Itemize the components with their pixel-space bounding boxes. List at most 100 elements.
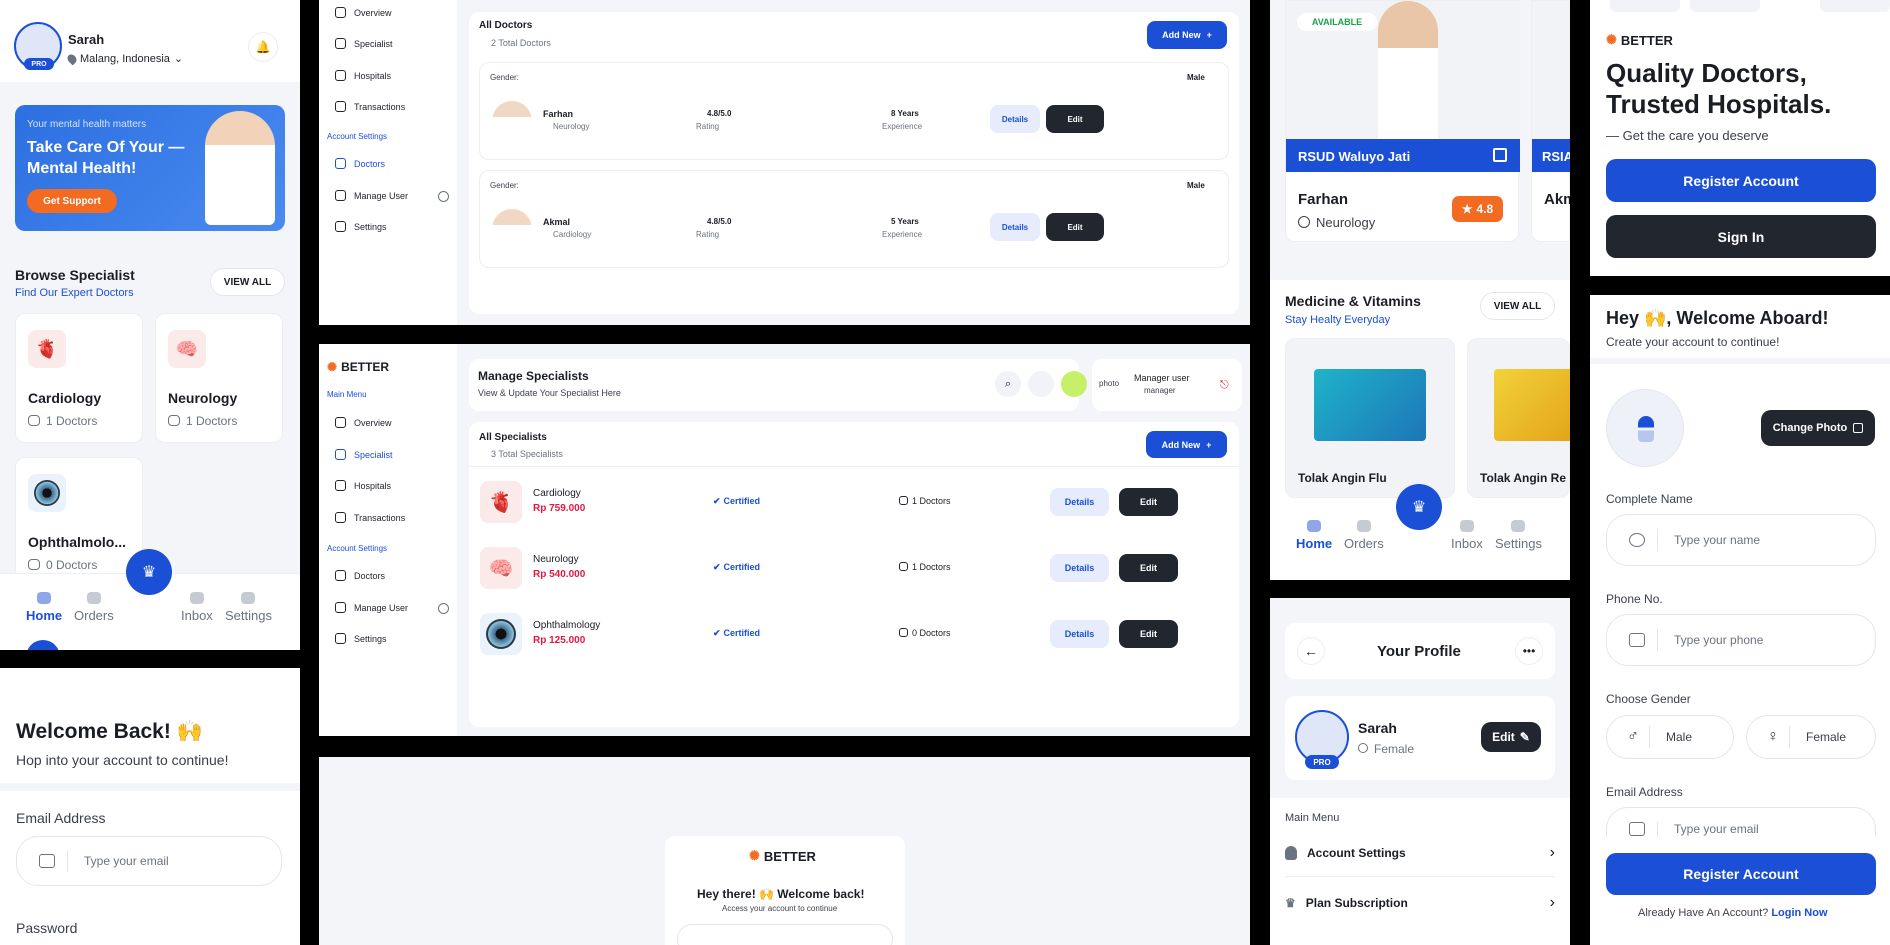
chat-icon[interactable] [1061, 371, 1087, 397]
sidebar-item-doctors[interactable]: Doctors [335, 158, 385, 169]
back-arrow-icon[interactable]: ← [1297, 637, 1325, 665]
edit-button[interactable]: Edit [1119, 488, 1178, 516]
doctor-avatar [492, 101, 532, 141]
gender-male-option[interactable]: ♂ Male [1606, 715, 1734, 759]
search-icon[interactable]: ⌕ [995, 371, 1021, 397]
nav-settings[interactable]: Settings [1495, 520, 1542, 551]
specialist-row: Ophthalmology Rp 125.000 ✔ Certified 0 Do… [469, 604, 1239, 664]
certified-label: Certified [723, 562, 761, 572]
details-button[interactable]: Details [990, 105, 1040, 133]
edit-button[interactable]: Edit [1119, 620, 1178, 648]
menu-item-account-settings[interactable]: Account Settings › [1285, 838, 1555, 868]
more-options-icon[interactable]: ••• [1515, 637, 1543, 665]
specialist-card-cardiology[interactable]: 🫀 Cardiology 1 Doctors [15, 313, 143, 443]
nav-settings[interactable]: Settings [225, 592, 272, 623]
register-account-button[interactable]: Register Account [1606, 853, 1876, 895]
edit-button[interactable]: Edit [1119, 554, 1178, 582]
crown-fab[interactable]: ♛ [1396, 484, 1442, 530]
section-subtitle: Stay Healty Everyday [1285, 314, 1391, 326]
details-button[interactable]: Details [990, 213, 1040, 241]
add-new-button[interactable]: Add New + [1147, 21, 1227, 49]
gender-value: Male [1187, 73, 1205, 82]
name-field[interactable]: Type your name [1606, 514, 1876, 566]
nav-home[interactable]: Home [26, 592, 62, 623]
sidebar-item-transactions[interactable]: Transactions [335, 101, 405, 112]
details-button[interactable]: Details [1050, 554, 1109, 582]
sun-logo-icon: ✺ [749, 848, 760, 863]
phone-icon [1629, 633, 1645, 647]
add-new-button[interactable]: Add New + [1146, 431, 1227, 458]
avatar-placeholder[interactable] [1606, 389, 1684, 467]
user-location[interactable]: Malang, Indonesia ⌄ [65, 52, 183, 65]
view-all-button[interactable]: VIEW ALL [1480, 292, 1555, 320]
sidebar-item-transactions[interactable]: Transactions [335, 512, 405, 523]
edit-button[interactable]: Edit [1046, 213, 1104, 241]
doctor-card[interactable]: AVAILABLE RSUD Waluyo Jati Farhan Neurol… [1285, 0, 1520, 242]
phone-field[interactable]: Type your phone [1606, 614, 1876, 666]
menu-label: Plan Subscription [1305, 896, 1408, 910]
doctor-count: 1 Doctors [899, 562, 951, 572]
gender-female-option[interactable]: ♀ Female [1746, 715, 1876, 759]
profile-gender: Female [1374, 742, 1415, 756]
brain-icon: 🧠 [480, 547, 522, 589]
product-card[interactable]: Tolak Angin Re [1467, 338, 1570, 498]
sidebar-item-hospitals[interactable]: Hospitals [335, 480, 391, 491]
chevron-icon[interactable] [438, 603, 449, 614]
view-all-button[interactable]: VIEW ALL [210, 268, 285, 296]
person-icon [1285, 846, 1297, 860]
mental-health-banner[interactable]: Your mental health matters Take Care Of … [15, 105, 285, 231]
crown-fab[interactable]: ♛ [126, 549, 172, 595]
specialist-price: Rp 540.000 [533, 569, 586, 580]
bell-icon[interactable] [1028, 371, 1054, 397]
nav-orders[interactable]: Orders [74, 592, 114, 623]
get-support-button[interactable]: Get Support [27, 189, 117, 213]
certified-label: Certified [723, 628, 761, 638]
nav-label: Orders [1344, 536, 1384, 551]
nav-label: Settings [225, 608, 272, 623]
edit-button[interactable]: Edit [1046, 105, 1104, 133]
nav-inbox[interactable]: Inbox [1451, 520, 1483, 551]
notification-bell-icon[interactable]: 🔔 [248, 32, 278, 62]
sidebar-item-settings[interactable]: Settings [335, 221, 387, 232]
person-icon [1638, 416, 1654, 442]
sidebar-item-overview[interactable]: Overview [335, 7, 392, 18]
doctor-count-label: 1 Doctors [912, 496, 951, 506]
nav-inbox[interactable]: Inbox [181, 592, 213, 623]
sidebar-item-specialist[interactable]: Specialist [335, 449, 393, 460]
menu-item-plan-subscription[interactable]: ♛ Plan Subscription › [1285, 888, 1555, 918]
sidebar-item-doctors[interactable]: Doctors [335, 570, 385, 581]
register-account-button[interactable]: Register Account [1606, 159, 1876, 202]
chevron-icon[interactable] [438, 191, 449, 202]
specialist-count: 1 Doctors [46, 414, 98, 428]
change-photo-button[interactable]: Change Photo [1761, 410, 1875, 446]
sidebar-item-manage-user[interactable]: Manage User [335, 602, 408, 613]
email-field[interactable] [677, 924, 893, 945]
certified-label: Certified [723, 496, 761, 506]
login-now-link[interactable]: Login Now [1771, 907, 1827, 919]
signin-header: Welcome Back! 🙌 Hop into your account to… [0, 668, 300, 783]
admin-doctors-screen: Overview Specialist Hospitals Transactio… [319, 0, 1250, 325]
details-button[interactable]: Details [1050, 620, 1109, 648]
edit-profile-button[interactable]: Edit ✎ [1481, 722, 1541, 752]
product-card[interactable]: Tolak Angin Flu [1285, 338, 1455, 498]
sign-in-button[interactable]: Sign In [1606, 215, 1876, 258]
specialist-card-ophthalmology[interactable]: Ophthalmolo... 0 Doctors [15, 457, 143, 587]
sidebar-item-manage-user[interactable]: Manage User [335, 190, 408, 201]
sidebar-item-settings[interactable]: Settings [335, 633, 387, 644]
details-button[interactable]: Details [1050, 488, 1109, 516]
doctor-card-peek[interactable]: RSIA Akm [1531, 0, 1570, 242]
sidebar-item-hospitals[interactable]: Hospitals [335, 70, 391, 81]
doctors-icon [335, 570, 346, 581]
rating-label: Rating [696, 122, 720, 131]
phone-placeholder: Type your phone [1674, 633, 1764, 647]
nav-orders[interactable]: Orders [1344, 520, 1384, 551]
add-new-label: Add New [1161, 439, 1201, 450]
hospital-bar: RSUD Waluyo Jati [1286, 139, 1520, 172]
user-card[interactable]: photo Manager user manager ⎋ [1092, 359, 1242, 411]
email-field[interactable]: Type your email [16, 836, 282, 886]
nav-home[interactable]: Home [1296, 520, 1332, 551]
sidebar-item-specialist[interactable]: Specialist [335, 38, 393, 49]
sidebar-item-overview[interactable]: Overview [335, 417, 392, 428]
logout-icon[interactable]: ⎋ [1220, 379, 1229, 392]
specialist-card-neurology[interactable]: 🧠 Neurology 1 Doctors [155, 313, 283, 443]
